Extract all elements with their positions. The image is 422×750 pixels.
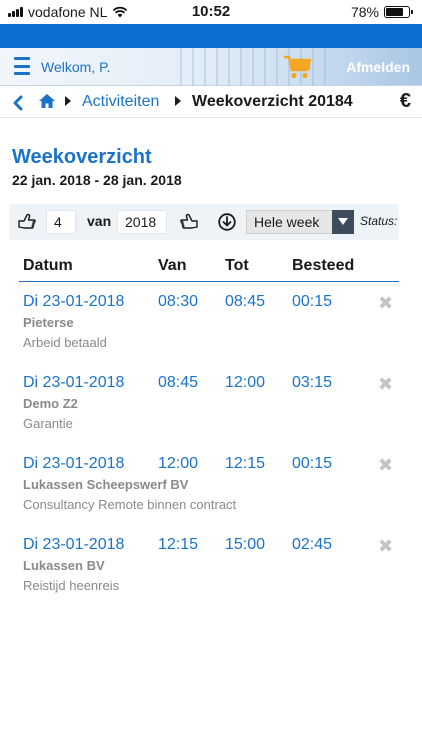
next-week-hand-icon[interactable] <box>179 212 199 232</box>
column-header-tot: Tot <box>225 257 249 274</box>
row-date: Di 23-01-2018 <box>23 293 125 310</box>
breadcrumb-separator-icon <box>175 96 181 106</box>
row-spent: 03:15 <box>292 374 333 391</box>
row-client: Lukassen BV <box>23 558 105 573</box>
menu-icon[interactable] <box>14 57 30 75</box>
row-to: 15:00 <box>225 536 266 553</box>
battery-group: 78% <box>350 4 413 20</box>
row-activity: Arbeid betaald <box>23 335 107 350</box>
table-row[interactable]: Di 23-01-2018 12:15 15:00 02:45 Lukassen… <box>23 536 403 616</box>
year-input[interactable]: 2018 <box>117 210 167 234</box>
row-to: 12:00 <box>225 374 266 391</box>
row-to: 12:15 <box>225 455 266 472</box>
period-select[interactable]: Hele week <box>246 210 354 234</box>
delete-icon[interactable]: ✖ <box>378 374 393 395</box>
row-to: 08:45 <box>225 293 266 310</box>
battery-percentage: 78% <box>350 4 379 20</box>
breadcrumb-separator-icon <box>65 96 71 106</box>
download-icon[interactable] <box>218 213 236 231</box>
row-date: Di 23-01-2018 <box>23 536 125 553</box>
delete-icon[interactable]: ✖ <box>378 536 393 557</box>
table-row[interactable]: Di 23-01-2018 08:30 08:45 00:15 Pieterse… <box>23 293 403 373</box>
row-client: Demo Z2 <box>23 396 78 411</box>
battery-icon <box>384 6 413 18</box>
cart-icon[interactable] <box>283 54 313 80</box>
breadcrumb: Activiteiten Weekoverzicht 20184 € <box>0 86 422 118</box>
week-filter-bar: 4 van 2018 Hele week Status: <box>9 204 399 240</box>
row-activity: Garantie <box>23 416 73 431</box>
van-label: van <box>87 213 112 229</box>
row-from: 12:00 <box>158 455 199 472</box>
column-header-datum: Datum <box>23 257 73 274</box>
delete-icon[interactable]: ✖ <box>378 455 393 476</box>
breadcrumb-activiteiten-link[interactable]: Activiteiten <box>82 93 159 111</box>
table-row[interactable]: Di 23-01-2018 08:45 12:00 03:15 Demo Z2 … <box>23 374 403 454</box>
euro-icon[interactable]: € <box>400 90 411 113</box>
row-from: 12:15 <box>158 536 199 553</box>
period-select-value: Hele week <box>254 214 320 230</box>
date-range: 22 jan. 2018 - 28 jan. 2018 <box>12 172 182 188</box>
breadcrumb-current: Weekoverzicht 20184 <box>192 93 353 110</box>
previous-week-hand-icon[interactable] <box>17 212 37 232</box>
top-strip <box>0 24 422 48</box>
row-spent: 00:15 <box>292 455 333 472</box>
row-client: Lukassen Scheepswerf BV <box>23 477 189 492</box>
status-label: Status: <box>360 214 398 228</box>
row-activity: Reistijd heenreis <box>23 578 120 593</box>
row-from: 08:30 <box>158 293 199 310</box>
app-header: Welkom, P. Afmelden <box>0 48 422 86</box>
row-from: 08:45 <box>158 374 199 391</box>
back-chevron-icon[interactable] <box>12 95 24 111</box>
welcome-text: Welkom, P. <box>41 59 111 75</box>
home-icon[interactable] <box>38 93 56 109</box>
table-row[interactable]: Di 23-01-2018 12:00 12:15 00:15 Lukassen… <box>23 455 403 535</box>
row-date: Di 23-01-2018 <box>23 455 125 472</box>
page-title: Weekoverzicht <box>12 146 152 168</box>
status-bar: vodafone NL 10:52 78% <box>0 0 422 24</box>
row-client: Pieterse <box>23 315 74 330</box>
week-number-input[interactable]: 4 <box>46 210 76 234</box>
row-spent: 02:45 <box>292 536 333 553</box>
column-header-besteed: Besteed <box>292 257 355 274</box>
chevron-down-icon[interactable] <box>332 210 354 234</box>
row-date: Di 23-01-2018 <box>23 374 125 391</box>
logout-button[interactable]: Afmelden <box>346 59 410 75</box>
battery-fill <box>386 8 404 16</box>
row-activity: Consultancy Remote binnen contract <box>23 497 237 512</box>
row-spent: 00:15 <box>292 293 333 310</box>
column-header-van: Van <box>158 257 187 274</box>
delete-icon[interactable]: ✖ <box>378 293 393 314</box>
table-header: Datum Van Tot Besteed <box>19 256 399 282</box>
